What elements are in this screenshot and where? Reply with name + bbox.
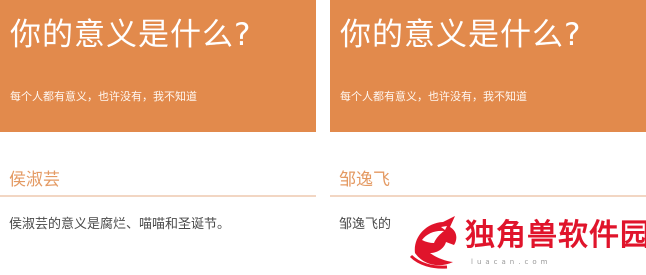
name-divider [0, 195, 316, 197]
panel-gap [316, 0, 330, 275]
meaning-description-clip: 邹逸飞的 [339, 216, 402, 238]
person-name: 侯淑芸 [9, 170, 60, 190]
site-watermark: 独角兽软件园 luacan.com [405, 207, 646, 275]
card-subtitle: 每个人都有意义，也许没有，我不知道 [340, 90, 527, 103]
watermark-domain: luacan.com [471, 258, 552, 266]
card-header: 你的意义是什么? 每个人都有意义，也许没有，我不知道 [0, 0, 316, 132]
result-card-left: 你的意义是什么? 每个人都有意义，也许没有，我不知道 侯淑芸 侯淑芸的意义是腐烂… [0, 0, 316, 275]
meaning-description: 侯淑芸的意义是腐烂、喵喵和圣诞节。 [9, 217, 231, 232]
unicorn-logo-icon [409, 216, 457, 269]
meaning-description: 邹逸飞的 [339, 217, 392, 232]
name-divider [330, 195, 646, 197]
screenshot-stage: 你的意义是什么? 每个人都有意义，也许没有，我不知道 侯淑芸 侯淑芸的意义是腐烂… [0, 0, 646, 275]
person-name: 邹逸飞 [339, 170, 390, 190]
card-header: 你的意义是什么? 每个人都有意义，也许没有，我不知道 [330, 0, 646, 132]
card-title: 你的意义是什么? [340, 17, 582, 53]
card-subtitle: 每个人都有意义，也许没有，我不知道 [10, 90, 197, 103]
card-title: 你的意义是什么? [10, 17, 252, 53]
watermark-text: 独角兽软件园 [465, 218, 646, 253]
